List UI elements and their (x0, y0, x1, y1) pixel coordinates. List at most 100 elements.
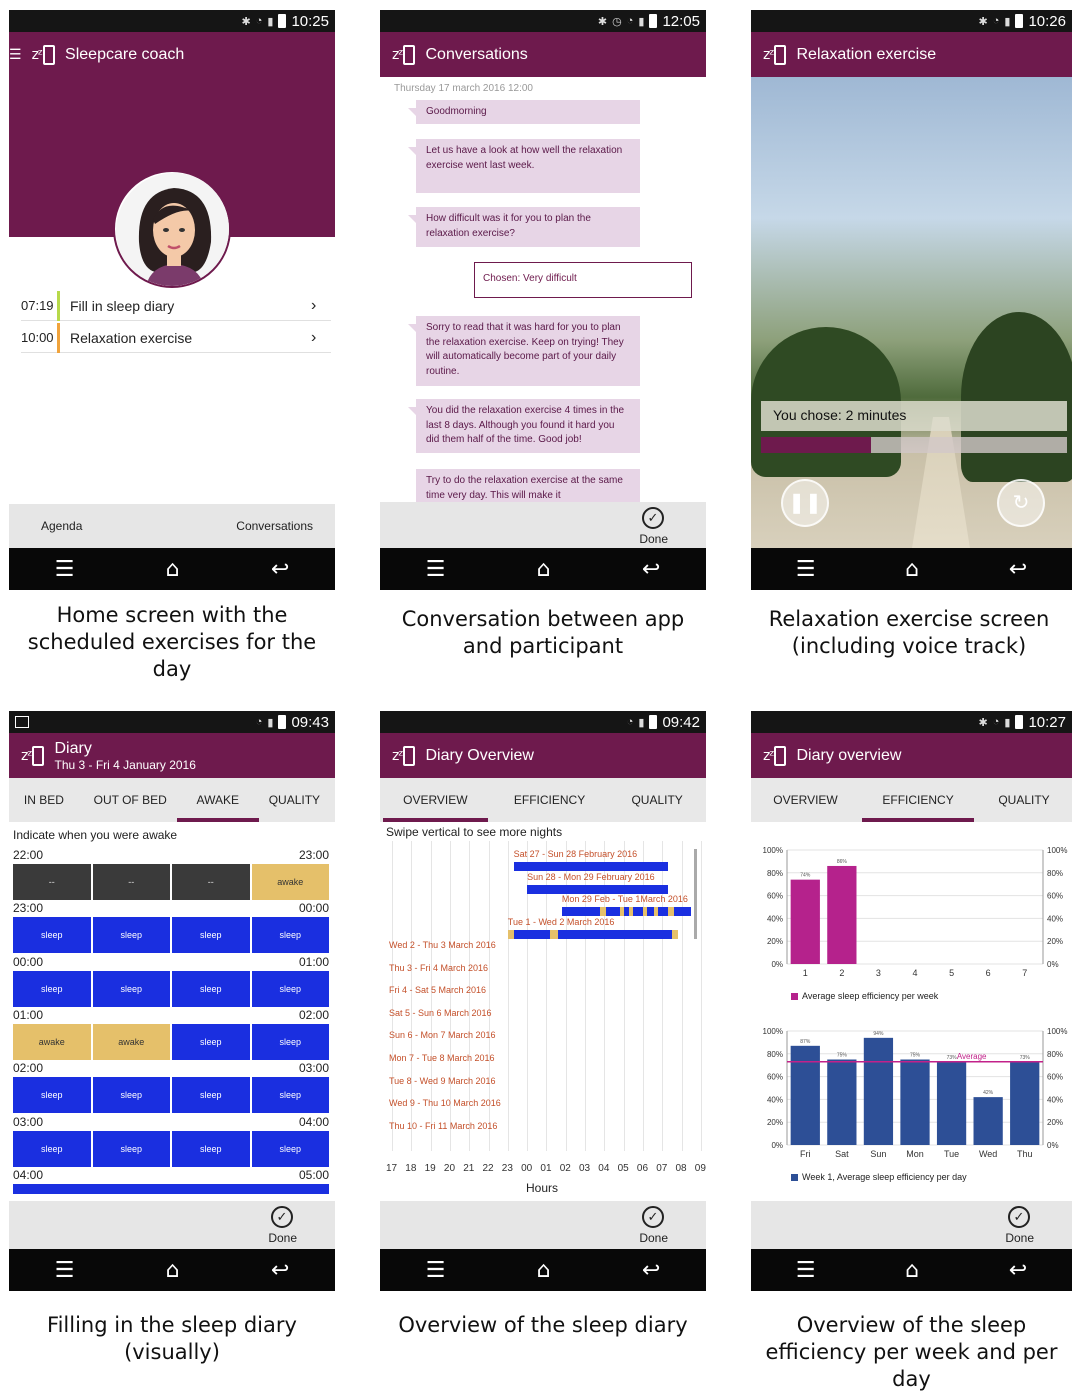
agenda-tab[interactable]: Agenda (41, 519, 82, 533)
legend-day: Week 1, Average sleep efficiency per day (791, 1172, 967, 1182)
time-slot-cell[interactable]: -- (92, 864, 170, 900)
agenda-item-relaxation[interactable]: 10:00 Relaxation exercise › (21, 322, 331, 353)
alarm-icon: ◷ (612, 15, 622, 28)
back-icon[interactable]: ↩ (271, 1258, 289, 1283)
sleep-gantt[interactable]: 17 18 19 20 21 22 23 00 01 02 03 04 05 06 07 08 09 Sat 27… (380, 841, 706, 1181)
tab-overview[interactable]: OVERVIEW (767, 793, 843, 807)
done-label[interactable]: Done (639, 532, 668, 546)
time-slot-cell[interactable]: sleep (13, 970, 91, 1007)
time-slot-cell[interactable]: sleep (13, 917, 91, 954)
time-slot-cell[interactable]: sleep (92, 1077, 170, 1114)
time-slot-cell[interactable]: sleep (92, 917, 170, 954)
night-label: Sun 28 - Mon 29 February 2016 (527, 871, 655, 882)
app-title: Sleepcare coach (65, 45, 185, 63)
scrollbar[interactable] (694, 849, 697, 939)
bluetooth-icon: ✱ (978, 15, 988, 28)
tab-quality[interactable]: QUALITY (625, 793, 688, 807)
tab-quality[interactable]: QUALITY (992, 793, 1055, 807)
time-slot-cell[interactable] (13, 1183, 329, 1194)
menu-icon[interactable]: ☰ (55, 1258, 75, 1283)
app-title: Diary (54, 739, 92, 757)
clock: 10:26 (1028, 12, 1066, 30)
home-icon[interactable]: ⌂ (905, 557, 919, 582)
time-slot-cell[interactable]: sleep (172, 1130, 250, 1167)
tab-quality[interactable]: QUALITY (263, 793, 326, 807)
tab-efficiency[interactable]: EFFICIENCY (862, 793, 975, 822)
time-slot-cell[interactable]: sleep (251, 1130, 329, 1167)
time-slot-cell[interactable]: -- (13, 864, 91, 900)
menu-icon[interactable]: ☰ (796, 557, 816, 582)
menu-icon[interactable]: ☰ (55, 557, 75, 582)
tab-awake[interactable]: AWAKE (176, 793, 260, 822)
home-icon[interactable]: ⌂ (166, 1258, 180, 1283)
back-icon[interactable]: ↩ (642, 557, 660, 582)
app-bar: zᶻ Relaxation exercise (751, 32, 1072, 77)
time-slot-cell[interactable]: awake (251, 864, 329, 900)
done-label[interactable]: Done (639, 1231, 668, 1245)
home-icon[interactable]: ⌂ (537, 557, 551, 582)
time-slot-cell[interactable]: awake (92, 1023, 170, 1060)
conversations-tab[interactable]: Conversations (236, 519, 313, 533)
done-check-icon[interactable]: ✓ (642, 507, 664, 529)
back-icon[interactable]: ↩ (271, 557, 289, 582)
home-icon[interactable]: ⌂ (166, 557, 180, 582)
time-slot-cell[interactable]: sleep (92, 970, 170, 1007)
time-slot-cell[interactable]: awake (13, 1023, 91, 1060)
pause-button[interactable]: ❚❚ (781, 479, 829, 527)
done-check-icon[interactable]: ✓ (271, 1206, 293, 1228)
time-slot-cell[interactable]: sleep (251, 1077, 329, 1114)
back-icon[interactable]: ↩ (642, 1258, 660, 1283)
x-tick-label: Thu (1017, 1149, 1033, 1159)
time-slot-cell[interactable]: sleep (172, 970, 250, 1007)
tab-out-of-bed[interactable]: OUT OF BED (88, 793, 173, 807)
menu-icon[interactable]: ☰ (796, 1258, 816, 1283)
bluetooth-icon: ✱ (241, 15, 251, 28)
hour-start: 01:00 (13, 1007, 44, 1022)
home-icon[interactable]: ⌂ (537, 1258, 551, 1283)
home-icon[interactable]: ⌂ (905, 1258, 919, 1283)
bar (936, 1061, 967, 1145)
status-bar: ✱ ◔ ▮ 10:27 (751, 711, 1072, 733)
menu-icon[interactable]: ☰ (426, 1258, 446, 1283)
time-slot-row: awake awake sleep sleep (13, 1023, 329, 1060)
restart-button[interactable]: ↻ (997, 479, 1045, 527)
app-subtitle: Thu 3 - Fri 4 January 2016 (54, 757, 196, 772)
app-bar: zᶻ Diary overview (751, 733, 1072, 778)
back-icon[interactable]: ↩ (1009, 557, 1027, 582)
done-label[interactable]: Done (1005, 1231, 1034, 1245)
time-slot-cell[interactable]: sleep (13, 1077, 91, 1114)
time-slot-cell[interactable]: sleep (251, 1023, 329, 1060)
night-label: Fri 4 - Sat 5 March 2016 (389, 985, 487, 996)
time-slot-cell[interactable]: sleep (251, 917, 329, 954)
time-slot-cell[interactable]: sleep (13, 1130, 91, 1167)
chevron-right-icon: › (311, 328, 317, 346)
voice-track-progress[interactable] (761, 437, 1067, 453)
chat-bubble: You did the relaxation exercise 4 times … (408, 399, 640, 453)
time-slot-cell[interactable]: sleep (172, 1023, 250, 1060)
time-slot-cell[interactable]: sleep (92, 1130, 170, 1167)
x-tick-label: 23 (501, 1163, 513, 1174)
y-tick-label-right: 0% (1047, 960, 1059, 969)
night-label: Tue 8 - Wed 9 March 2016 (389, 1075, 496, 1086)
time-slot-cell[interactable]: sleep (172, 1077, 250, 1114)
done-check-icon[interactable]: ✓ (642, 1206, 664, 1228)
app-bar: zᶻ Diary Overview (380, 733, 706, 778)
time-slot-cell[interactable]: -- (172, 864, 250, 900)
menu-icon[interactable]: ☰ (426, 557, 446, 582)
tab-overview[interactable]: OVERVIEW (383, 793, 489, 822)
done-check-icon[interactable]: ✓ (1008, 1206, 1030, 1228)
hour-end: 01:00 (298, 954, 329, 969)
agenda-item-sleep-diary[interactable]: 07:19 Fill in sleep diary › (21, 290, 331, 321)
done-label[interactable]: Done (268, 1231, 297, 1245)
battery-icon (278, 715, 287, 729)
time-slot-cell[interactable]: sleep (251, 970, 329, 1007)
tab-in-bed[interactable]: IN BED (18, 793, 70, 807)
hamburger-icon[interactable]: ☰ (9, 46, 22, 63)
time-slot-cell[interactable]: sleep (172, 917, 250, 954)
x-tick-label: Fri (800, 1149, 811, 1159)
status-bar: ◔ ▮ 09:43 (9, 711, 335, 733)
back-icon[interactable]: ↩ (1009, 1258, 1027, 1283)
time-slot-row: sleep sleep sleep sleep (13, 970, 329, 1007)
phone-diary: ◔ ▮ 09:43 zᶻ Diary Thu 3 - Fri 4 January… (9, 711, 335, 1291)
tab-efficiency[interactable]: EFFICIENCY (508, 793, 591, 807)
